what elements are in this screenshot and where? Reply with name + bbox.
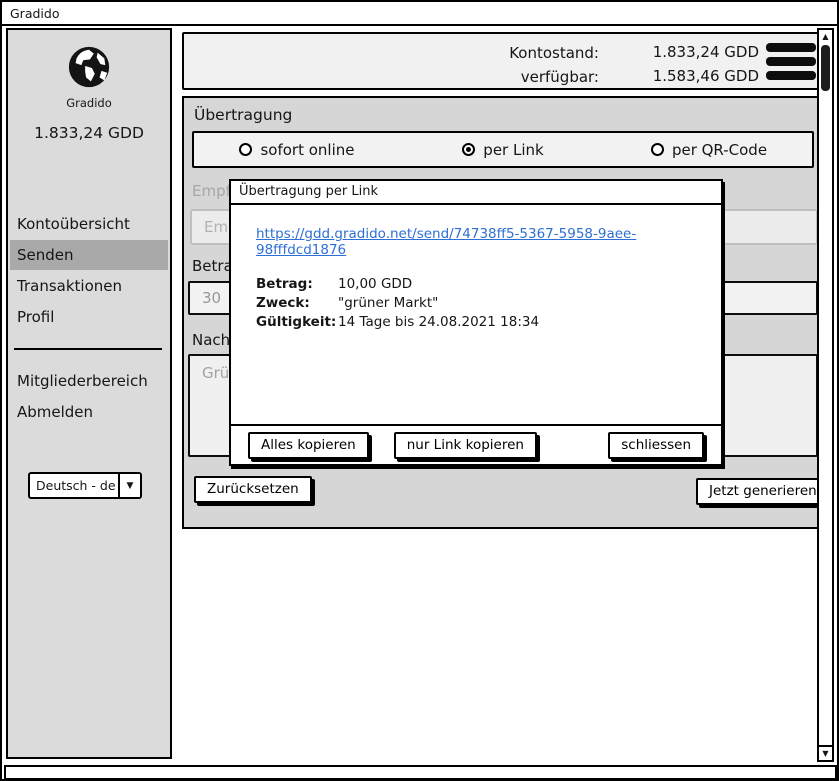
reset-button[interactable]: Zurücksetzen [194,476,312,503]
modal-footer: Alles kopieren nur Link kopieren schlies… [231,424,721,464]
detail-label: Zweck: [256,294,338,313]
close-button[interactable]: schliessen [608,432,704,459]
sidebar-item-senden[interactable]: Senden [10,240,168,270]
radio-per-qr-code[interactable]: per QR-Code [606,141,812,159]
radio-label: sofort online [260,141,354,159]
modal-details: Betrag: 10,00 GDD Zweck: "grüner Markt" … [256,275,721,332]
radio-label: per QR-Code [672,141,767,159]
vertical-scrollbar[interactable]: ▲ ▼ [817,28,834,762]
sidebar: Gradido 1.833,24 GDD Kontoübersicht Send… [6,28,172,759]
scrollbar-thumb[interactable] [821,45,830,91]
copy-link-button[interactable]: nur Link kopieren [394,432,537,459]
hamburger-menu-icon[interactable] [766,43,816,85]
radio-icon [239,143,252,156]
app-window: Gradido Gradido 1.833,24 GDD Kontoübersi… [0,0,839,781]
radio-icon [651,143,664,156]
betrag-label: Betra [192,257,233,275]
verfuegbar-value: 1.583,46 GDD [604,67,759,85]
scrollbar-up-icon[interactable]: ▲ [819,30,832,43]
window-title: Gradido [10,6,59,21]
radio-sofort-online[interactable]: sofort online [194,141,400,159]
sidebar-balance: 1.833,24 GDD [8,124,170,142]
globe-icon [66,75,112,94]
verfuegbar-label: verfügbar: [424,68,599,86]
detail-label: Gültigkeit: [256,313,338,332]
radio-checked-icon [462,143,475,156]
detail-value: 14 Tage bis 24.08.2021 18:34 [338,313,539,332]
language-select[interactable]: Deutsch - de ▼ [28,472,142,499]
generate-button[interactable]: Jetzt generieren [696,478,830,505]
transfer-link-modal: Übertragung per Link https://gdd.gradido… [229,179,723,466]
transfer-link[interactable]: https://gdd.gradido.net/send/74738ff5-53… [256,226,721,258]
empfaenger-label: Empf [192,182,231,200]
kontostand-label: Kontostand: [424,44,599,62]
sidebar-item-transaktionen[interactable]: Transaktionen [10,271,168,301]
copy-all-button[interactable]: Alles kopieren [248,432,369,459]
sidebar-divider [14,348,162,350]
detail-value: 10,00 GDD [338,275,412,294]
language-select-value: Deutsch - de [30,478,118,493]
balance-header: Kontostand: 1.833,24 GDD verfügbar: 1.58… [182,32,822,90]
sidebar-item-abmelden[interactable]: Abmelden [10,397,168,427]
sidebar-item-kontouebersicht[interactable]: Kontoübersicht [10,209,168,239]
detail-label: Betrag: [256,275,338,294]
sidebar-item-profil[interactable]: Profil [10,302,168,332]
detail-row-gueltigkeit: Gültigkeit: 14 Tage bis 24.08.2021 18:34 [256,313,721,332]
radio-label: per Link [483,141,543,159]
horizontal-scrollbar-track[interactable] [4,765,837,780]
transfer-mode-radio-group: sofort online per Link per QR-Code [192,131,814,168]
modal-title: Übertragung per Link [231,181,721,205]
detail-row-betrag: Betrag: 10,00 GDD [256,275,721,294]
logo-label: Gradido [8,96,170,110]
scrollbar-down-icon[interactable]: ▼ [819,745,832,760]
nachricht-label: Nach [192,331,230,349]
sidebar-item-mitgliederbereich[interactable]: Mitgliederbereich [10,366,168,396]
detail-row-zweck: Zweck: "grüner Markt" [256,294,721,313]
form-title: Übertragung [194,106,292,124]
window-titlebar: Gradido [2,2,837,26]
detail-value: "grüner Markt" [338,294,438,313]
radio-per-link[interactable]: per Link [400,141,606,159]
kontostand-value: 1.833,24 GDD [604,43,759,61]
chevron-down-icon[interactable]: ▼ [118,474,140,497]
